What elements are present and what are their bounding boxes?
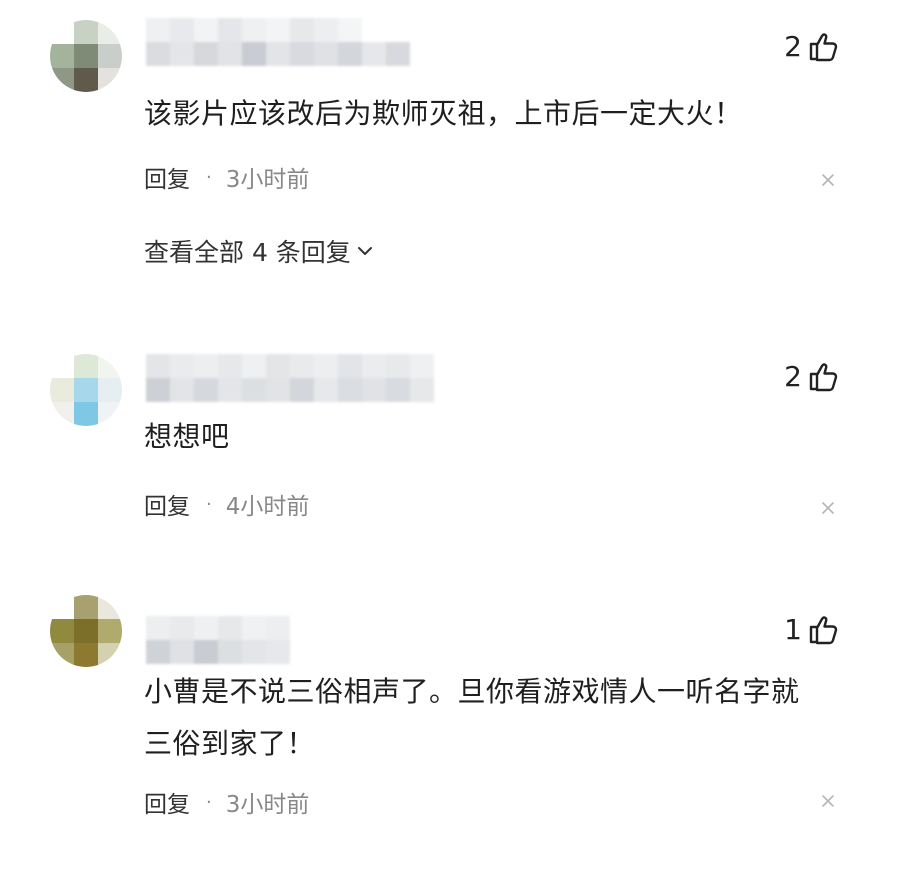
comment-text-line: 三俗到家了！: [144, 727, 316, 760]
comment-meta: 回复 · 3小时前: [144, 160, 309, 194]
comment-text-line: 小曹是不说三俗相声了。旦你看游戏情人一听名字就: [144, 675, 800, 708]
like-button[interactable]: 2: [784, 30, 840, 63]
comment-meta: 回复 · 3小时前: [144, 785, 309, 819]
comment-meta: 回复 · 4小时前: [144, 487, 309, 521]
like-button[interactable]: 1: [784, 613, 840, 646]
thumbs-up-icon: [809, 362, 838, 391]
thumbs-up-icon: [809, 615, 838, 644]
username-blurred[interactable]: [146, 354, 434, 402]
reply-button[interactable]: 回复: [144, 487, 190, 521]
avatar[interactable]: [50, 20, 122, 92]
meta-separator: ·: [206, 493, 212, 515]
thumbs-up-icon: [809, 32, 838, 61]
comment-text: 想想吧: [144, 420, 230, 453]
comment-item: 1 小曹是不说三俗相声了。旦你看游戏情人一听名字就 三俗到家了！ 回复 · 3小…: [0, 580, 898, 874]
meta-separator: ·: [206, 791, 212, 813]
avatar[interactable]: [50, 595, 122, 667]
username-blurred[interactable]: [146, 616, 290, 664]
comment-item: 2 该影片应该改后为欺师灭祖，上市后一定大火！ 回复 · 3小时前 查看全部 4…: [0, 0, 898, 300]
like-count: 2: [784, 360, 802, 393]
comment-time: 4小时前: [225, 494, 310, 520]
chevron-down-icon: [357, 247, 372, 255]
like-count: 2: [784, 30, 802, 63]
close-icon[interactable]: [820, 793, 836, 809]
comment-time: 3小时前: [225, 792, 310, 818]
view-all-replies-button[interactable]: 查看全部 4 条回复: [144, 233, 375, 269]
view-all-replies-label: 查看全部 4 条回复: [144, 238, 351, 267]
avatar[interactable]: [50, 354, 122, 426]
comment-time: 3小时前: [225, 167, 310, 193]
username-blurred[interactable]: [146, 18, 410, 66]
comment-item: 2 想想吧 回复 · 4小时前: [0, 330, 898, 550]
comment-text: 小曹是不说三俗相声了。旦你看游戏情人一听名字就 三俗到家了！: [144, 671, 800, 765]
like-button[interactable]: 2: [784, 360, 840, 393]
reply-button[interactable]: 回复: [144, 160, 190, 194]
comment-text: 该影片应该改后为欺师灭祖，上市后一定大火！: [144, 97, 743, 130]
close-icon[interactable]: [820, 172, 836, 188]
meta-separator: ·: [206, 166, 212, 188]
like-count: 1: [784, 613, 802, 646]
reply-button[interactable]: 回复: [144, 785, 190, 819]
close-icon[interactable]: [820, 500, 836, 516]
